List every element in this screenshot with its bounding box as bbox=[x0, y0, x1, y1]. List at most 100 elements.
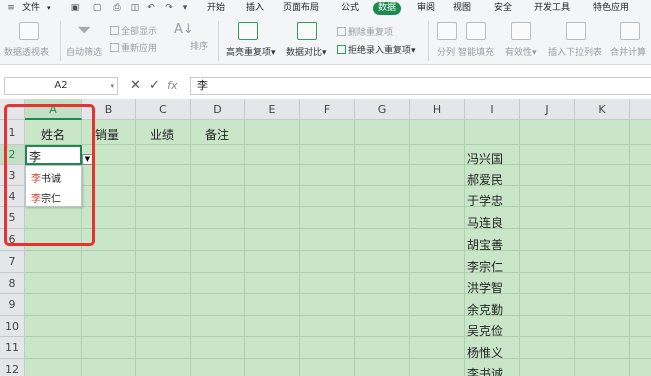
grid-cell[interactable] bbox=[136, 165, 191, 186]
chevron-down-icon[interactable]: ▾ bbox=[47, 2, 51, 15]
sheet-grid[interactable]: A B C D E F G H I J K 1 2 3 4 5 6 7 8 9 … bbox=[0, 99, 651, 376]
grid-cell[interactable] bbox=[520, 359, 575, 376]
grid-cell[interactable] bbox=[575, 251, 630, 273]
sort-button[interactable]: 排序 bbox=[190, 42, 208, 53]
grid-cell[interactable] bbox=[520, 207, 575, 229]
insert-dropdown-icon[interactable] bbox=[566, 22, 586, 40]
grid-cell[interactable] bbox=[520, 120, 575, 145]
grid-cell[interactable] bbox=[410, 186, 465, 207]
grid-cell[interactable] bbox=[191, 186, 245, 207]
grid-cell[interactable] bbox=[245, 337, 300, 359]
grid-cell[interactable] bbox=[82, 273, 136, 294]
grid-cell[interactable] bbox=[245, 165, 300, 186]
grid-cell[interactable] bbox=[245, 359, 300, 376]
consolidate-icon[interactable] bbox=[620, 22, 640, 40]
redo-icon[interactable]: ↷ bbox=[164, 3, 174, 13]
grid-cell[interactable] bbox=[630, 120, 651, 145]
grid-cell[interactable] bbox=[520, 229, 575, 251]
grid-cell[interactable] bbox=[520, 273, 575, 294]
grid-cell[interactable] bbox=[355, 273, 410, 294]
grid-cell[interactable] bbox=[136, 229, 191, 251]
header-performance[interactable]: 业绩 bbox=[150, 126, 174, 143]
grid-cell[interactable] bbox=[191, 165, 245, 186]
grid-cell[interactable] bbox=[82, 359, 136, 376]
cell-i7[interactable]: 李宗仁 bbox=[467, 258, 503, 275]
grid-cell[interactable] bbox=[630, 294, 651, 316]
grid-cell[interactable] bbox=[520, 145, 575, 165]
tab-home[interactable]: 开始 bbox=[207, 2, 225, 15]
split-columns-icon[interactable] bbox=[437, 22, 457, 40]
grid-cell[interactable] bbox=[82, 294, 136, 316]
grid-cell[interactable] bbox=[136, 251, 191, 273]
grid-cell[interactable] bbox=[410, 120, 465, 145]
header-sales[interactable]: 销量 bbox=[95, 126, 119, 143]
grid-cell[interactable] bbox=[355, 145, 410, 165]
grid-cell[interactable] bbox=[575, 145, 630, 165]
smart-fill-button[interactable]: 智能填充 bbox=[458, 48, 494, 59]
grid-cell[interactable] bbox=[355, 251, 410, 273]
grid-cell[interactable] bbox=[300, 273, 355, 294]
reapply-button[interactable]: 重新应用 bbox=[110, 43, 157, 55]
grid-cell[interactable] bbox=[575, 359, 630, 376]
grid-cell[interactable] bbox=[410, 229, 465, 251]
grid-cell[interactable] bbox=[355, 316, 410, 337]
cancel-icon[interactable]: ✕ bbox=[130, 78, 141, 93]
smart-fill-icon[interactable] bbox=[466, 22, 486, 40]
grid-cell[interactable] bbox=[355, 120, 410, 145]
grid-cell[interactable] bbox=[136, 359, 191, 376]
validity-icon[interactable] bbox=[511, 22, 531, 40]
grid-cell[interactable] bbox=[575, 120, 630, 145]
grid-cell[interactable] bbox=[520, 186, 575, 207]
grid-cell[interactable] bbox=[25, 251, 82, 273]
autofilter-button[interactable]: 自动筛选 bbox=[66, 48, 102, 59]
grid-cell[interactable] bbox=[245, 251, 300, 273]
grid-cell[interactable] bbox=[630, 273, 651, 294]
highlight-duplicates-button[interactable]: 高亮重复项▾ bbox=[226, 48, 276, 59]
grid-cell[interactable] bbox=[630, 337, 651, 359]
grid-cell[interactable] bbox=[630, 251, 651, 273]
reject-duplicates-button[interactable]: 拒绝录入重复项▾ bbox=[337, 45, 416, 57]
grid-cell[interactable] bbox=[630, 165, 651, 186]
grid-cell[interactable] bbox=[410, 316, 465, 337]
grid-cell[interactable] bbox=[191, 294, 245, 316]
tab-page-layout[interactable]: 页面布局 bbox=[283, 2, 319, 15]
cell-i12[interactable]: 李书诚 bbox=[467, 365, 503, 376]
grid-cell[interactable] bbox=[355, 229, 410, 251]
tab-review[interactable]: 审阅 bbox=[417, 2, 435, 15]
column-header-i[interactable]: I bbox=[465, 99, 520, 120]
grid-cell[interactable] bbox=[575, 229, 630, 251]
grid-cell[interactable] bbox=[136, 207, 191, 229]
tab-formulas[interactable]: 公式 bbox=[341, 2, 359, 15]
compare-icon[interactable] bbox=[297, 22, 317, 40]
grid-cell[interactable] bbox=[630, 145, 651, 165]
grid-cell[interactable] bbox=[355, 207, 410, 229]
cell-i10[interactable]: 吴克俭 bbox=[467, 322, 503, 339]
grid-cell[interactable] bbox=[136, 186, 191, 207]
show-all-button[interactable]: 全部显示 bbox=[110, 26, 157, 38]
column-header-c[interactable]: C bbox=[136, 99, 191, 120]
grid-cell[interactable] bbox=[136, 145, 191, 165]
grid-cell[interactable] bbox=[300, 251, 355, 273]
tab-security[interactable]: 安全 bbox=[494, 2, 512, 15]
grid-cell[interactable] bbox=[575, 273, 630, 294]
chevron-down-icon[interactable]: ▾ bbox=[110, 78, 114, 94]
grid-cell[interactable] bbox=[575, 186, 630, 207]
grid-cell[interactable] bbox=[410, 294, 465, 316]
grid-cell[interactable] bbox=[410, 251, 465, 273]
grid-cell[interactable] bbox=[355, 359, 410, 376]
undo-icon[interactable]: ↶ bbox=[146, 3, 156, 13]
cell-i4[interactable]: 于学忠 bbox=[467, 192, 503, 209]
grid-cell[interactable] bbox=[245, 273, 300, 294]
highlight-duplicates-icon[interactable] bbox=[238, 22, 258, 40]
row-header-8[interactable]: 8 bbox=[0, 273, 25, 294]
row-header-10[interactable]: 10 bbox=[0, 316, 25, 337]
grid-cell[interactable] bbox=[245, 294, 300, 316]
grid-cell[interactable] bbox=[300, 120, 355, 145]
row-header-9[interactable]: 9 bbox=[0, 294, 25, 316]
grid-cell[interactable] bbox=[410, 165, 465, 186]
grid-cell[interactable] bbox=[355, 186, 410, 207]
grid-cell[interactable] bbox=[520, 251, 575, 273]
grid-cell[interactable] bbox=[191, 207, 245, 229]
grid-cell[interactable] bbox=[245, 316, 300, 337]
column-header-k[interactable]: K bbox=[575, 99, 630, 120]
